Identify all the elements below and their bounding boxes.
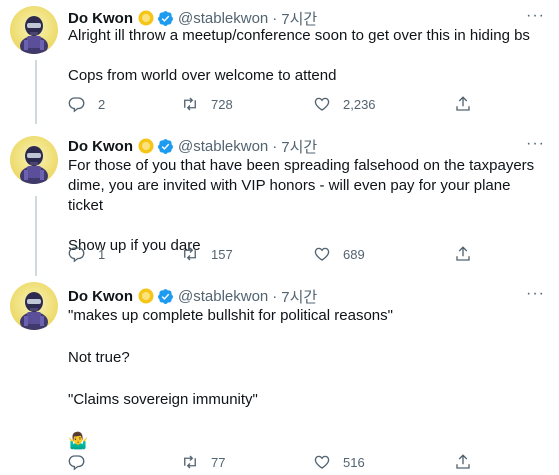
- separator-dot: ·: [272, 9, 278, 27]
- reply-icon: [68, 455, 85, 471]
- retweet-button[interactable]: 728: [181, 94, 233, 114]
- retweet-count: 157: [211, 246, 233, 262]
- share-button[interactable]: [454, 94, 472, 114]
- tweet-actions: 77 516: [60, 452, 480, 472]
- gold-badge-icon: [138, 138, 154, 154]
- share-button[interactable]: [454, 452, 472, 472]
- tweet-text-line: "makes up complete bullshit for politica…: [68, 307, 393, 324]
- like-count: 2,236: [343, 96, 376, 112]
- tweet-text: Alright ill throw a meetup/conference so…: [68, 26, 538, 86]
- tweet-actions: 1 157 689: [60, 244, 480, 264]
- author-handle[interactable]: @stablekwon: [178, 288, 268, 305]
- author-name[interactable]: Do Kwon: [68, 288, 133, 305]
- share-icon: [456, 246, 470, 261]
- tweet-timestamp[interactable]: 7시간: [281, 286, 317, 307]
- verified-badge-icon: [157, 138, 174, 155]
- share-icon: [456, 454, 470, 469]
- retweet-icon: [184, 455, 196, 469]
- tweet-text-line: Alright ill throw a meetup/conference so…: [68, 27, 530, 44]
- verified-badge-icon: [157, 288, 174, 305]
- tweet-text: "makes up complete bullshit for politica…: [68, 306, 538, 452]
- share-icon: [456, 96, 470, 111]
- tweet-text-line: Cops from world over welcome to attend: [68, 67, 337, 84]
- gold-badge-icon: [138, 288, 154, 304]
- heart-icon: [314, 97, 330, 111]
- avatar[interactable]: [10, 6, 58, 54]
- gold-badge-icon: [138, 10, 154, 26]
- author-handle[interactable]: @stablekwon: [178, 10, 268, 27]
- author-name[interactable]: Do Kwon: [68, 138, 133, 155]
- retweet-count: 728: [211, 96, 233, 112]
- avatar[interactable]: [10, 136, 58, 184]
- shrug-emoji: 🤷‍♂️: [68, 433, 88, 450]
- avatar-image-icon: [20, 292, 48, 330]
- like-count: 689: [343, 246, 365, 262]
- separator-dot: ·: [272, 137, 278, 155]
- heart-icon: [314, 455, 330, 469]
- tweet-3[interactable]: Do Kwon @stablekwon · 7시간 ··· "makes up …: [0, 282, 559, 475]
- avatar-image-icon: [20, 146, 48, 184]
- like-button[interactable]: 516: [313, 452, 365, 472]
- tweet-1[interactable]: Do Kwon @stablekwon · 7시간 ··· Alright il…: [0, 0, 559, 124]
- reply-count: 1: [98, 246, 106, 262]
- retweet-button[interactable]: 77: [181, 452, 225, 472]
- author-handle[interactable]: @stablekwon: [178, 138, 268, 155]
- reply-button[interactable]: 2: [68, 94, 105, 114]
- author-name[interactable]: Do Kwon: [68, 10, 133, 27]
- tweet-text-line: "Claims sovereign immunity": [68, 391, 258, 408]
- tweet-text: For those of you that have been spreadin…: [68, 156, 538, 256]
- reply-icon: [68, 97, 85, 113]
- more-icon[interactable]: ···: [526, 134, 545, 154]
- like-button[interactable]: 689: [313, 244, 365, 264]
- retweet-count: 77: [211, 454, 226, 470]
- like-count: 516: [343, 454, 365, 470]
- tweet-text-line: Not true?: [68, 349, 130, 366]
- more-icon[interactable]: ···: [526, 6, 545, 26]
- avatar-image-icon: [20, 16, 48, 54]
- tweet-actions: 2 728 2,236: [60, 94, 480, 114]
- retweet-icon: [184, 97, 196, 111]
- tweet-text-line: For those of you that have been spreadin…: [68, 157, 535, 174]
- share-button[interactable]: [454, 244, 472, 264]
- heart-icon: [314, 247, 330, 261]
- avatar[interactable]: [10, 282, 58, 330]
- retweet-button[interactable]: 157: [181, 244, 233, 264]
- reply-count: 2: [98, 96, 106, 112]
- tweet-text-line: dime, you are invited with VIP honors - …: [68, 177, 511, 214]
- reply-icon: [68, 247, 85, 263]
- verified-badge-icon: [157, 10, 174, 27]
- reply-button[interactable]: [68, 452, 98, 472]
- tweet-timestamp[interactable]: 7시간: [281, 136, 317, 157]
- reply-button[interactable]: 1: [68, 244, 105, 264]
- more-icon[interactable]: ···: [526, 284, 545, 304]
- tweet-2[interactable]: Do Kwon @stablekwon · 7시간 ··· For those …: [0, 130, 559, 270]
- separator-dot: ·: [272, 287, 278, 305]
- retweet-icon: [184, 247, 196, 261]
- like-button[interactable]: 2,236: [313, 94, 376, 114]
